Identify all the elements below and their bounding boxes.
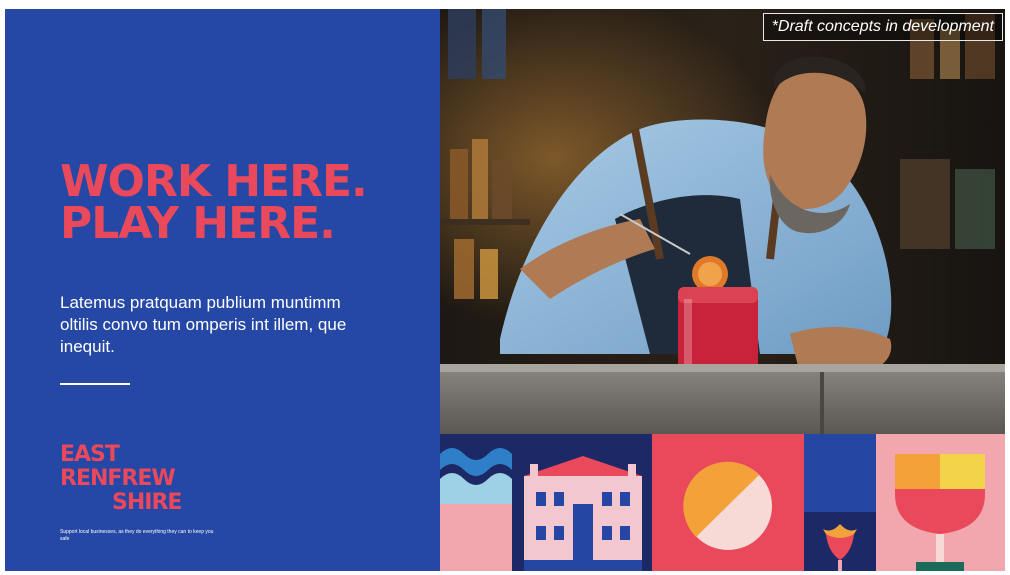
logo-line-1: EAST: [60, 442, 120, 467]
bartender-photo: *Draft concepts in development: [440, 9, 1005, 434]
east-renfrewshire-logo: EAST RENFREW SHIRE: [60, 442, 182, 515]
wave-pattern: [440, 434, 512, 571]
headline: WORK HERE. PLAY HERE.: [60, 156, 368, 249]
draft-note: *Draft concepts in development: [762, 13, 1003, 41]
historic-house-icon: [512, 434, 652, 571]
headline-line-2: PLAY HERE.: [60, 198, 336, 249]
headline-line-1: WORK HERE.: [60, 156, 368, 207]
bartender-illustration: [440, 9, 1005, 434]
cocktail-glass-icon: [876, 434, 1005, 571]
tagline: Support local businesses, as they do eve…: [60, 529, 214, 542]
body-copy: Latemus pratquam publium muntimm oltilis…: [60, 293, 347, 356]
logo-line-3: SHIRE: [112, 490, 181, 515]
tulip-icon: [804, 434, 876, 571]
pattern-graphics: [440, 434, 1005, 571]
logo-line-2: RENFREW: [60, 466, 175, 491]
divider: [60, 383, 130, 385]
pattern-tiles: [440, 434, 1005, 571]
text-panel: WORK HERE. PLAY HERE. Latemus pratquam p…: [5, 9, 440, 571]
promo-poster: WORK HERE. PLAY HERE. Latemus pratquam p…: [5, 9, 1005, 571]
citrus-slice-icon: [652, 434, 804, 571]
